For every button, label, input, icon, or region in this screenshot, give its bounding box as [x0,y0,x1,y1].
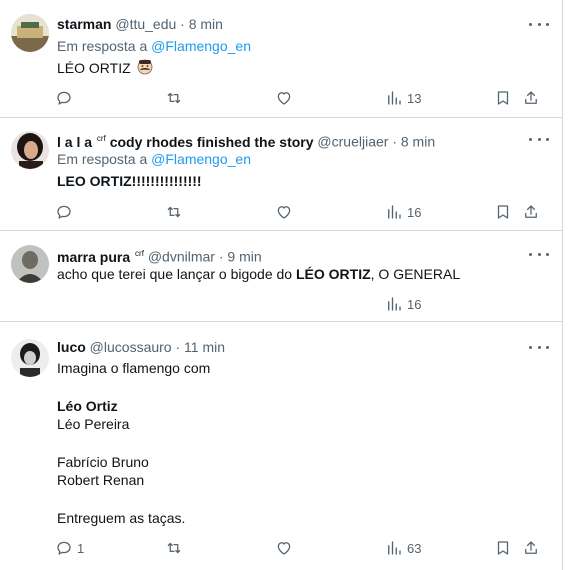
share-button[interactable] [522,88,540,108]
display-name[interactable]: luco [57,339,86,355]
tweet-text: LEO ORTIZ!!!!!!!!!!!!!!! [57,173,202,189]
view-count: 16 [407,296,422,312]
mention-link[interactable]: @Flamengo_en [151,38,251,54]
reply-button[interactable]: 1 [55,538,84,558]
retweet-icon [167,92,181,104]
retweet-button[interactable] [165,202,183,222]
reply-icon [57,91,71,105]
views-icon [388,297,401,311]
views-button[interactable]: 63 [385,538,421,558]
handle[interactable]: @crueljiaer [317,134,388,150]
views-icon [388,91,401,105]
more-icon[interactable] [529,133,549,145]
tweet-actions: 16 [0,202,563,222]
mustache-face-emoji [137,59,152,75]
reply-button[interactable] [55,202,77,222]
bookmark-button[interactable] [494,88,512,108]
view-count: 16 [407,204,422,220]
replying-to: Em resposta a @Flamengo_en [57,151,251,167]
view-count: 13 [407,90,422,106]
heart-icon [277,542,291,555]
tweet-header: luco @lucossauro · 11 min [57,338,225,356]
like-button[interactable] [275,88,293,108]
views-button[interactable]: 16 [385,294,421,314]
reply-button[interactable] [55,88,77,108]
timestamp[interactable]: · 11 min [175,339,225,355]
share-button[interactable] [522,538,540,558]
display-name[interactable]: l a l a crf cody rhodes finished the sto… [57,134,314,150]
tweet-text-line: Fabrício Bruno [57,454,149,470]
tweet-text-line: Léo Ortiz [57,398,118,414]
tweet-actions: 16 [0,294,563,314]
timestamp[interactable]: · 8 min [180,16,223,32]
avatar[interactable] [11,339,49,377]
mention-link[interactable]: @Flamengo_en [151,151,251,167]
heart-icon [277,92,291,105]
avatar[interactable] [11,245,49,283]
more-icon[interactable] [529,248,549,260]
tweet-text-line: Entreguem as taças. [57,510,186,526]
tweet-text: acho que terei que lançar o bigode do LÉ… [57,266,461,282]
tweet-header: l a l a crf cody rhodes finished the sto… [57,130,435,151]
share-icon [525,541,537,554]
share-icon [525,91,537,104]
share-icon [525,205,537,218]
views-icon [388,205,401,219]
reply-count: 1 [77,540,85,556]
retweet-button[interactable] [165,88,183,108]
handle[interactable]: @ttu_edu [115,16,176,32]
bookmark-icon [497,91,509,105]
tweet-text-line: Léo Pereira [57,416,130,432]
bookmark-button[interactable] [494,538,512,558]
more-icon[interactable] [529,18,549,30]
views-button[interactable]: 13 [385,88,421,108]
tweet-actions: 13 [0,88,563,108]
tweet-text-line: Robert Renan [57,472,145,488]
handle[interactable]: @dvnilmar [148,249,215,265]
share-button[interactable] [522,202,540,222]
tweet-text-line: Imagina o flamengo com [57,360,211,376]
bookmark-icon [497,205,509,219]
timestamp[interactable]: · 9 min [219,249,262,265]
retweet-icon [167,542,181,554]
timestamp[interactable]: · 8 min [392,134,435,150]
tweet-lala[interactable]: l a l a crf cody rhodes finished the sto… [0,118,563,231]
bookmark-icon [497,541,509,555]
display-name[interactable]: marra pura crf [57,249,144,265]
timeline: starman @ttu_edu · 8 min Em resposta a @… [0,0,563,570]
reply-icon [57,205,71,219]
views-button[interactable]: 16 [385,202,421,222]
tweet-luco[interactable]: luco @lucossauro · 11 min Imagina o flam… [0,322,563,570]
views-icon [388,541,401,555]
display-name[interactable]: starman [57,16,111,32]
tweet-marra-pura[interactable]: marra pura crf @dvnilmar · 9 min acho qu… [0,231,563,322]
badge: crf [96,134,106,143]
more-icon[interactable] [529,341,549,353]
avatar[interactable] [11,14,49,52]
tweet-header: marra pura crf @dvnilmar · 9 min [57,245,262,266]
reply-icon [57,541,71,555]
like-button[interactable] [275,538,293,558]
tweet-actions: 1 63 [0,538,563,558]
handle[interactable]: @lucossauro [90,339,172,355]
avatar[interactable] [11,131,49,169]
retweet-icon [167,206,181,218]
tweet-text: LÉO ORTIZ [57,59,153,77]
retweet-button[interactable] [165,538,183,558]
badge: crf [135,249,144,258]
replying-to: Em resposta a @Flamengo_en [57,38,251,54]
like-button[interactable] [275,202,293,222]
bookmark-button[interactable] [494,202,512,222]
tweet-starman[interactable]: starman @ttu_edu · 8 min Em resposta a @… [0,0,563,118]
view-count: 63 [407,540,422,556]
heart-icon [277,206,291,219]
tweet-header: starman @ttu_edu · 8 min [57,15,223,33]
